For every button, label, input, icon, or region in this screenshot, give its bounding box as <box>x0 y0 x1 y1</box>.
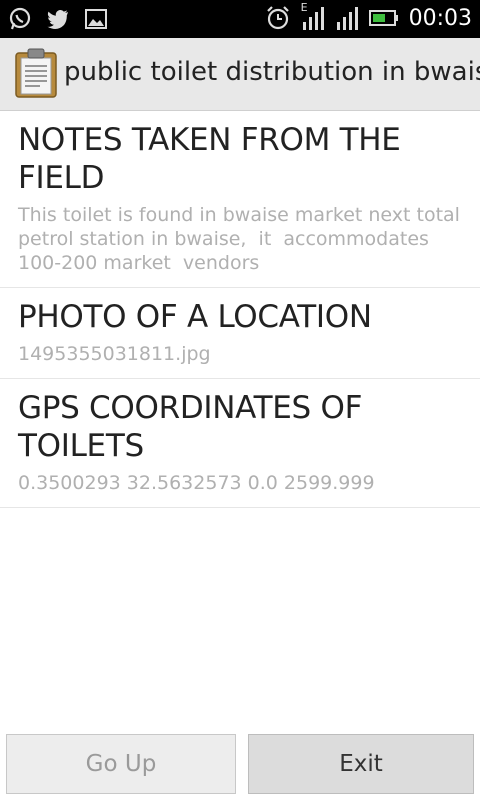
list-item-notes[interactable]: NOTES TAKEN FROM THE FIELD This toilet i… <box>0 111 480 288</box>
gallery-icon <box>84 7 108 31</box>
network-type-label: E <box>300 1 308 14</box>
app-bar: public toilet distribution in bwaise <box>0 38 480 111</box>
clipboard-icon <box>14 48 58 98</box>
battery-icon <box>368 9 399 27</box>
item-title: NOTES TAKEN FROM THE FIELD <box>18 122 401 196</box>
list-item-gps[interactable]: GPS COORDINATES OF TOILETS 0.3500293 32.… <box>0 379 480 508</box>
twitter-icon <box>46 7 70 31</box>
go-up-button[interactable]: Go Up <box>6 734 236 794</box>
item-value: 1495355031811.jpg <box>18 343 211 365</box>
app-title: public toilet distribution in bwaise <box>64 57 480 87</box>
signal-icon <box>335 5 359 31</box>
clock-time: 00:03 <box>408 5 472 31</box>
exit-button[interactable]: Exit <box>248 734 474 794</box>
alarm-icon <box>265 5 291 31</box>
whatsapp-icon <box>8 7 32 31</box>
list-item-photo[interactable]: PHOTO OF A LOCATION 1495355031811.jpg <box>0 288 480 379</box>
item-title: GPS COORDINATES OF TOILETS <box>18 390 363 464</box>
signal-icon: E <box>301 1 325 31</box>
details-list: NOTES TAKEN FROM THE FIELD This toilet i… <box>0 111 480 508</box>
item-title: PHOTO OF A LOCATION <box>18 299 372 335</box>
status-bar: E 00:03 <box>0 0 480 38</box>
item-value: 0.3500293 32.5632573 0.0 2599.999 <box>18 472 375 494</box>
item-value: This toilet is found in bwaise market ne… <box>18 204 466 274</box>
